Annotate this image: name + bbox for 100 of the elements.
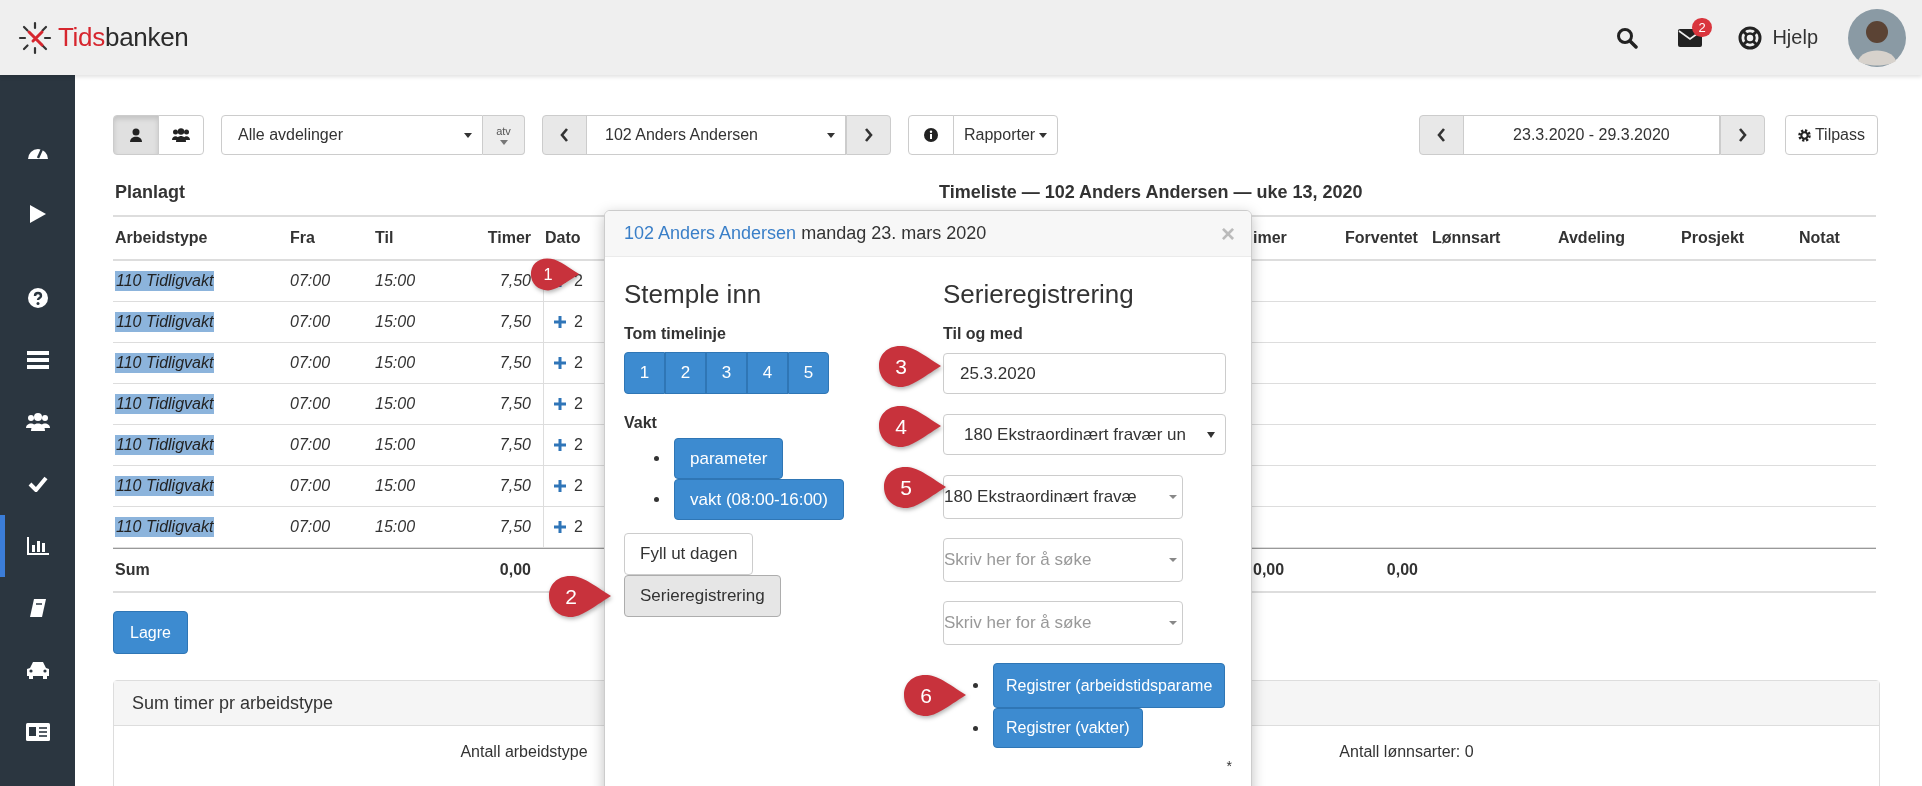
column-header: Notat — [1798, 229, 1840, 247]
reports-button[interactable]: Rapporter — [953, 115, 1059, 155]
add-icon[interactable] — [554, 357, 566, 369]
book-icon — [28, 598, 47, 618]
section-heading: Stemple inn — [624, 279, 763, 311]
search-dropdown[interactable]: Skriv her for å søke — [943, 538, 1183, 582]
bullet-dot — [654, 497, 659, 502]
check-icon — [27, 476, 48, 492]
table-cell-text: 15:00 — [374, 518, 417, 536]
table-cell-text: 07:00 — [289, 272, 332, 290]
timeline-button[interactable]: 2 — [665, 352, 706, 394]
column-header: Lønnsart — [1431, 229, 1501, 247]
bar-chart-icon — [26, 537, 49, 555]
table-cell-text: 07:00 — [289, 436, 332, 454]
add-icon[interactable] — [554, 316, 566, 328]
single-view-button[interactable] — [113, 115, 159, 155]
table-cell: 2 — [574, 477, 583, 495]
search-icon[interactable] — [1616, 26, 1639, 49]
avatar[interactable] — [1848, 8, 1906, 67]
chevron-left-icon — [560, 128, 569, 142]
department-dropdown[interactable]: Alle avdelinger — [221, 115, 483, 155]
caret-icon — [499, 139, 508, 145]
logo-icon — [18, 20, 52, 55]
table-cell: 2 — [574, 518, 583, 536]
next-button[interactable] — [1719, 115, 1765, 155]
caret-icon — [827, 132, 835, 138]
add-icon[interactable] — [554, 398, 566, 410]
table-cell-text: 7,50 — [498, 313, 532, 331]
field-label: Tom timelinje — [624, 325, 726, 343]
atv-button[interactable]: atv — [483, 115, 525, 155]
previous-button[interactable] — [542, 115, 587, 155]
table-cell-text: Sum — [114, 561, 151, 579]
period-field[interactable]: 23.3.2020 - 29.3.2020 — [1462, 115, 1720, 155]
timeline-button[interactable]: 1 — [624, 352, 665, 394]
bullet-dot — [654, 456, 659, 461]
callout-marker: 2 — [548, 574, 612, 619]
add-icon[interactable] — [554, 521, 566, 533]
table-cell-text: 07:00 — [289, 354, 332, 372]
table-cell: 110 Tidligvakt — [115, 312, 215, 332]
summary-text: Antall lønnsarter: 0 — [1338, 743, 1475, 761]
caret-icon — [464, 132, 472, 138]
next-button[interactable] — [846, 115, 891, 155]
caret-icon — [1169, 495, 1177, 499]
timeline-button[interactable]: 4 — [747, 352, 788, 394]
employee-link[interactable]: 102 Anders Andersen — [624, 223, 797, 243]
previous-button[interactable] — [1418, 115, 1464, 155]
popover-title: 102 Anders Andersen mandag 23. mars 2020 — [624, 223, 987, 244]
gear-icon — [1797, 128, 1811, 142]
save-button[interactable]: Lagre — [113, 611, 188, 654]
dropdown[interactable]: 180 Ekstraordinært fravær un — [943, 414, 1226, 455]
customize-button[interactable]: Tilpass — [1784, 115, 1878, 155]
panel-title: Sum timer pr arbeidstype — [132, 692, 334, 714]
table-cell-text: 07:00 — [289, 395, 332, 413]
id-card-icon — [25, 723, 50, 741]
field-label: Vakt — [624, 414, 657, 432]
person-icon — [130, 128, 142, 142]
fill-day-button[interactable]: Fyll ut dagen — [624, 533, 754, 575]
table-cell-text: 0,00 — [498, 561, 532, 579]
field-label: Til og med — [943, 325, 1023, 343]
table-cell-text: 07:00 — [289, 518, 332, 536]
info-icon — [924, 128, 938, 142]
users-icon — [25, 413, 50, 431]
table-cell: 2 — [574, 313, 583, 331]
shift-button[interactable]: parameter — [674, 438, 784, 479]
info-button[interactable] — [908, 115, 954, 155]
add-icon[interactable] — [554, 480, 566, 492]
timeline-button[interactable]: 3 — [706, 352, 747, 394]
table-cell-text: 15:00 — [374, 436, 417, 454]
search-dropdown[interactable]: Skriv her for å søke — [943, 601, 1183, 645]
bullet-dot — [973, 725, 978, 731]
section-heading: Serieregistrering — [943, 279, 1135, 311]
lifebuoy-icon[interactable] — [1738, 25, 1763, 50]
section-title: Planlagt — [115, 182, 185, 203]
table-cell: 2 — [574, 272, 583, 290]
help-link[interactable]: Hjelp — [1772, 26, 1818, 49]
column-header: Prosjekt — [1680, 229, 1745, 247]
series-button[interactable]: Serieregistrering — [624, 575, 781, 617]
column-header: imer — [1252, 229, 1287, 247]
add-icon[interactable] — [554, 439, 566, 451]
timesheet-title: Timeliste — 102 Anders Andersen — uke 13, 2020 — [939, 182, 1363, 203]
register-button[interactable]: Registrer (arbeidstidsparame — [993, 663, 1226, 708]
search-input[interactable]: Skriv her for å søke — [944, 550, 1144, 570]
register-button[interactable]: Registrer (vakter) — [993, 708, 1143, 748]
employee-dropdown[interactable]: 102 Anders Andersen — [586, 115, 846, 155]
column-header: Timer — [486, 229, 532, 247]
date-field[interactable]: 25.3.2020 — [943, 353, 1226, 394]
table-cell-text: 7,50 — [498, 477, 532, 495]
table-cell-text: 15:00 — [374, 477, 417, 495]
shift-button[interactable]: vakt (08:00-16:00) — [674, 479, 844, 520]
group-view-button[interactable] — [158, 115, 204, 155]
help-icon — [27, 288, 48, 308]
table-cell: 110 Tidligvakt — [115, 394, 215, 414]
timeline-button[interactable]: 5 — [788, 352, 829, 394]
callout-marker: 6 — [903, 673, 967, 718]
caret-icon — [1207, 431, 1215, 438]
play-icon — [28, 204, 47, 224]
search-dropdown[interactable]: 180 Ekstraordinært fravæ — [943, 475, 1183, 519]
table-cell: 110 Tidligvakt — [115, 517, 215, 537]
search-input[interactable]: Skriv her for å søke — [944, 613, 1144, 633]
callout-marker: 4 — [878, 404, 942, 449]
